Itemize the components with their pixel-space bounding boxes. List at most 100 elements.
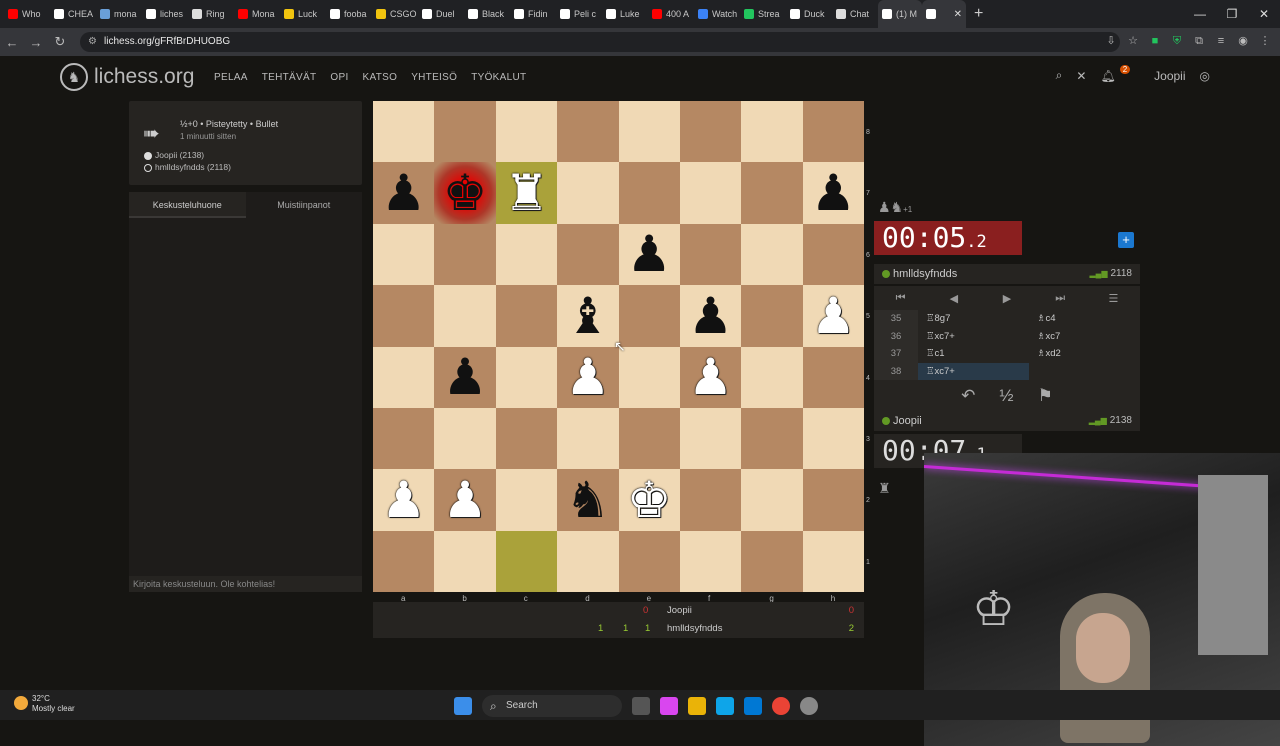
browser-tab[interactable]: 400 A xyxy=(648,0,694,28)
nav-puzzles[interactable]: TEHTÄVÄT xyxy=(262,72,317,83)
white-move[interactable]: ♖c1 xyxy=(918,345,1029,363)
forward-icon[interactable]: → xyxy=(24,35,48,50)
browser-tab[interactable]: Ring xyxy=(188,0,234,28)
black-king-icon[interactable]: ♚ xyxy=(443,168,488,218)
browser-tab[interactable]: Fidin xyxy=(510,0,556,28)
square-a5[interactable] xyxy=(373,285,435,347)
windows-start-icon[interactable] xyxy=(454,697,472,715)
next-move-icon[interactable]: ▶ xyxy=(980,292,1033,305)
player-name-bar[interactable]: Joopii 2138 xyxy=(874,411,1140,431)
browser-tab[interactable]: Duck xyxy=(786,0,832,28)
square-a7[interactable]: ♟ xyxy=(373,162,435,224)
nav-watch[interactable]: KATSO xyxy=(363,72,398,83)
media-icon[interactable]: ≡ xyxy=(1214,34,1228,48)
square-h7[interactable]: ♟ xyxy=(802,162,864,224)
white-pawn-icon[interactable]: ♟ xyxy=(443,475,488,525)
square-f7[interactable] xyxy=(679,162,742,224)
black-pawn-icon[interactable]: ♟ xyxy=(443,352,488,402)
app-icon[interactable] xyxy=(800,697,818,715)
browser-tab[interactable]: Mona xyxy=(234,0,280,28)
user-menu[interactable]: Joopii xyxy=(1154,69,1185,83)
square-e2[interactable]: ♚ xyxy=(618,469,680,531)
browser-tab[interactable]: Strea xyxy=(740,0,786,28)
square-c6[interactable] xyxy=(495,223,558,286)
close-window-icon[interactable]: ✕ xyxy=(1248,0,1280,28)
square-b2[interactable]: ♟ xyxy=(434,469,496,531)
square-g6[interactable] xyxy=(741,223,803,286)
square-a1[interactable] xyxy=(373,530,435,592)
opponent-name[interactable]: hmlldsyfndds xyxy=(893,268,957,280)
black-move[interactable]: ♗c4 xyxy=(1029,310,1140,328)
shield-icon[interactable]: ⛨ xyxy=(1170,34,1184,48)
store-icon[interactable] xyxy=(716,697,734,715)
square-c2[interactable] xyxy=(495,469,558,531)
puzzle-icon[interactable]: ⧉ xyxy=(1192,34,1206,48)
black-pawn-icon[interactable]: ♟ xyxy=(688,291,733,341)
nav-tools[interactable]: TYÖKALUT xyxy=(471,72,526,83)
copilot-icon[interactable] xyxy=(660,697,678,715)
square-g5[interactable] xyxy=(741,285,803,347)
minimize-icon[interactable]: — xyxy=(1184,0,1216,28)
square-f6[interactable] xyxy=(679,223,742,286)
white-pawn-icon[interactable]: ♟ xyxy=(688,352,733,402)
square-g7[interactable] xyxy=(741,162,803,224)
square-c3[interactable] xyxy=(495,407,558,470)
square-a4[interactable] xyxy=(373,346,435,408)
square-e4[interactable] xyxy=(618,346,680,408)
square-f5[interactable]: ♟ xyxy=(679,285,742,347)
square-d3[interactable] xyxy=(557,407,619,470)
black-move[interactable]: ♗xc7 xyxy=(1029,328,1140,346)
square-a6[interactable] xyxy=(373,223,435,286)
url-field[interactable]: ⚙ lichess.org/gFRfBrDHUOBG xyxy=(80,32,1120,52)
square-h1[interactable] xyxy=(802,530,864,592)
chat-input[interactable]: Kirjoita keskusteluun. Ole kohtelias! xyxy=(129,576,362,592)
task-view-icon[interactable] xyxy=(632,697,650,715)
reload-icon[interactable]: ↻ xyxy=(48,34,72,50)
white-move[interactable]: ♖8g7 xyxy=(918,310,1029,328)
nav-play[interactable]: PELAA xyxy=(214,72,248,83)
close-icon[interactable]: ✕ xyxy=(1076,69,1086,83)
black-move[interactable]: ♗xd2 xyxy=(1029,345,1140,363)
white-pawn-icon[interactable]: ♟ xyxy=(811,291,856,341)
square-e1[interactable] xyxy=(618,530,680,592)
browser-tab[interactable]: (1) M xyxy=(878,0,922,28)
square-h3[interactable] xyxy=(802,407,864,470)
add-time-button[interactable]: + xyxy=(1118,232,1134,248)
tab-chat[interactable]: Keskusteluhuone xyxy=(129,192,246,218)
square-b4[interactable]: ♟ xyxy=(434,346,496,408)
square-g2[interactable] xyxy=(741,469,803,531)
nav-learn[interactable]: OPI xyxy=(330,72,348,83)
square-b6[interactable] xyxy=(434,223,496,286)
square-e5[interactable] xyxy=(618,285,680,347)
square-d8[interactable] xyxy=(557,101,619,163)
black-move[interactable] xyxy=(1029,363,1140,381)
square-e8[interactable] xyxy=(618,101,680,163)
square-e7[interactable] xyxy=(618,162,680,224)
square-g1[interactable] xyxy=(741,530,803,592)
tab-notes[interactable]: Muistiinpanot xyxy=(246,192,363,218)
square-c4[interactable] xyxy=(495,346,558,408)
square-c5[interactable] xyxy=(495,285,558,347)
square-f3[interactable] xyxy=(679,407,742,470)
square-d2[interactable]: ♞ xyxy=(557,469,619,531)
black-player-line[interactable]: hmlldsyfndds (2118) xyxy=(144,162,231,172)
square-b7[interactable]: ♚ xyxy=(434,162,496,224)
square-h5[interactable]: ♟ xyxy=(802,285,864,347)
browser-tab[interactable]: CSGO xyxy=(372,0,418,28)
white-king-icon[interactable]: ♚ xyxy=(627,475,672,525)
black-pawn-icon[interactable]: ♟ xyxy=(381,168,426,218)
square-c1[interactable] xyxy=(495,530,558,592)
browser-tab[interactable]: Duel xyxy=(418,0,464,28)
square-f8[interactable] xyxy=(679,101,742,163)
chrome-icon[interactable] xyxy=(772,697,790,715)
white-rook-icon[interactable]: ♜ xyxy=(504,168,549,218)
square-h8[interactable] xyxy=(802,101,864,163)
square-b5[interactable] xyxy=(434,285,496,347)
square-b1[interactable] xyxy=(434,530,496,592)
browser-tab[interactable]: liches xyxy=(142,0,188,28)
player-name[interactable]: Joopii xyxy=(893,415,922,427)
profile-icon[interactable]: ◉ xyxy=(1236,34,1250,48)
square-d5[interactable]: ♝ xyxy=(557,285,619,347)
browser-tab[interactable]: Peli c xyxy=(556,0,602,28)
white-player-line[interactable]: Joopii (2138) xyxy=(144,150,204,160)
